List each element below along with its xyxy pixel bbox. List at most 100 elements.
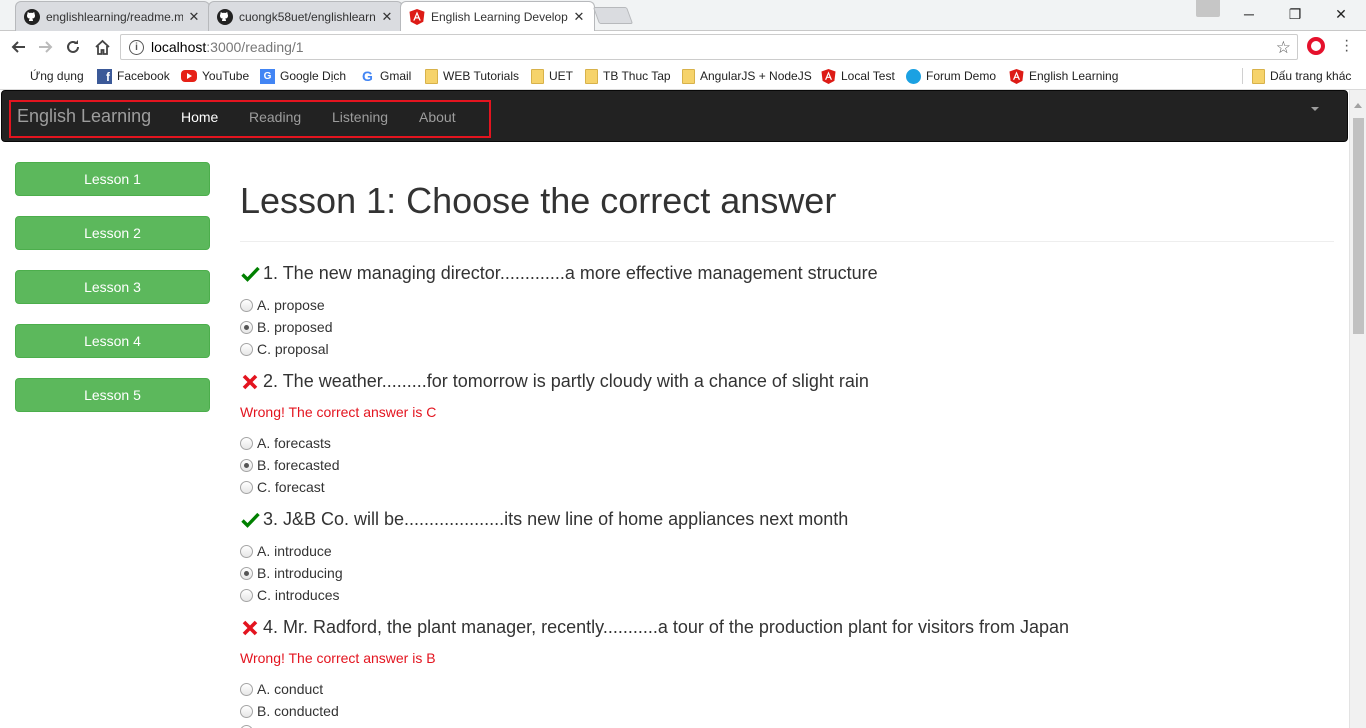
restore-icon[interactable]: ❐: [1272, 0, 1318, 28]
google-translate-icon: G: [260, 68, 275, 84]
folder-icon: [585, 68, 598, 84]
radio-button[interactable]: [240, 544, 253, 558]
option-3c[interactable]: C. introduces: [240, 587, 339, 603]
bookmark-google-translate[interactable]: G Google Dịch: [260, 67, 346, 85]
option-label: A. conduct: [257, 681, 324, 697]
home-icon[interactable]: [92, 37, 112, 57]
bookmark-other[interactable]: Dấu trang khác: [1252, 67, 1351, 85]
scrollbar-thumb[interactable]: [1353, 118, 1364, 334]
folder-icon: [531, 68, 544, 84]
forward-icon[interactable]: [36, 37, 56, 57]
radio-button[interactable]: [240, 342, 253, 356]
bookmark-web-tutorials[interactable]: WEB Tutorials: [425, 67, 519, 85]
option-1b[interactable]: B. proposed: [240, 319, 333, 335]
close-icon[interactable]: ✕: [572, 10, 586, 24]
lesson-4-button[interactable]: Lesson 4: [15, 324, 210, 358]
question-text: 4. Mr. Radford, the plant manager, recen…: [263, 617, 1070, 637]
radio-button[interactable]: [240, 436, 253, 450]
bookmark-english-learning[interactable]: English Learning: [1009, 67, 1118, 85]
option-label: C. forecast: [257, 479, 325, 495]
lesson-3-button[interactable]: Lesson 3: [15, 270, 210, 304]
question-1: 1. The new managing director............…: [240, 263, 878, 284]
page-title: Lesson 1: Choose the correct answer: [240, 180, 837, 221]
top-navbar: English Learning Home Reading Listening …: [1, 90, 1348, 142]
option-1c[interactable]: C. proposal: [240, 341, 329, 357]
angular-icon: [409, 9, 425, 25]
facebook-icon: f: [97, 68, 112, 84]
option-2a[interactable]: A. forecasts: [240, 435, 331, 451]
page-viewport: English Learning Home Reading Listening …: [0, 90, 1366, 728]
angular-icon: [1009, 68, 1024, 84]
radio-button[interactable]: [240, 320, 253, 334]
bookmark-apps[interactable]: Ứng dụng: [10, 67, 84, 85]
option-3b[interactable]: B. introducing: [240, 565, 343, 581]
minimize-icon[interactable]: ─: [1226, 0, 1272, 28]
browser-tab-english-learning[interactable]: English Learning Development ✕: [400, 1, 595, 32]
highlight-box: [9, 100, 491, 138]
radio-button[interactable]: [240, 480, 253, 494]
option-label: B. introducing: [257, 565, 343, 581]
cross-icon: [240, 618, 260, 638]
radio-button[interactable]: [240, 458, 253, 472]
radio-button[interactable]: [240, 566, 253, 580]
back-icon[interactable]: [8, 37, 28, 57]
bookmark-tb-thuc-tap[interactable]: TB Thuc Tap: [585, 67, 671, 85]
lesson-1-button[interactable]: Lesson 1: [15, 162, 210, 196]
option-label: A. introduce: [257, 543, 332, 559]
bookmark-local-test[interactable]: Local Test: [821, 67, 895, 85]
bookmark-label: YouTube: [202, 69, 250, 83]
info-icon[interactable]: i: [129, 39, 144, 55]
bookmark-facebook[interactable]: f Facebook: [97, 67, 170, 85]
new-tab-button[interactable]: [592, 7, 634, 24]
bookmark-label: Facebook: [117, 69, 170, 83]
radio-button[interactable]: [240, 588, 253, 602]
bookmark-forum-demo[interactable]: Forum Demo: [906, 67, 996, 85]
bookmark-label: AngularJS + NodeJS: [700, 69, 812, 83]
radio-button[interactable]: [240, 682, 253, 696]
reload-icon[interactable]: [63, 37, 83, 57]
radio-button[interactable]: [240, 704, 253, 718]
option-label: B. proposed: [257, 319, 333, 335]
wrong-answer-message: Wrong! The correct answer is C: [240, 404, 437, 420]
lesson-5-button[interactable]: Lesson 5: [15, 378, 210, 412]
bookmark-label: Ứng dụng: [30, 69, 84, 83]
browser-tab-readme[interactable]: englishlearning/readme.md ✕: [15, 1, 210, 31]
angular-icon: [821, 68, 836, 84]
lesson-2-button[interactable]: Lesson 2: [15, 216, 210, 250]
checkmark-icon: [240, 264, 260, 284]
option-4b[interactable]: B. conducted: [240, 703, 339, 719]
option-3a[interactable]: A. introduce: [240, 543, 332, 559]
option-label: B. conducted: [257, 703, 339, 719]
opera-extension-icon[interactable]: [1307, 37, 1325, 55]
bookmark-youtube[interactable]: YouTube: [181, 67, 249, 85]
address-bar[interactable]: i localhost:3000/reading/1 ☆: [120, 34, 1298, 60]
option-label: B. forecasted: [257, 457, 340, 473]
browser-toolbar: i localhost:3000/reading/1 ☆ · · ·: [0, 31, 1366, 63]
bookmark-angularjs-nodejs[interactable]: AngularJS + NodeJS: [682, 67, 812, 85]
window-close-icon[interactable]: ✕: [1318, 0, 1364, 28]
option-2b[interactable]: B. forecasted: [240, 457, 340, 473]
google-icon: G: [362, 67, 373, 84]
folder-icon: [425, 68, 438, 84]
menu-icon[interactable]: · · ·: [1344, 33, 1349, 59]
forum-icon: [906, 68, 921, 84]
question-3: 3. J&B Co. will be....................it…: [240, 509, 848, 530]
dropdown-caret-icon[interactable]: [1311, 107, 1319, 111]
close-icon[interactable]: ✕: [187, 9, 201, 24]
browser-tab-repo[interactable]: cuongk58uet/englishlearning ✕: [208, 1, 403, 31]
radio-button[interactable]: [240, 298, 253, 312]
close-icon[interactable]: ✕: [380, 9, 394, 24]
page-scrollbar[interactable]: [1349, 90, 1366, 728]
option-4a[interactable]: A. conduct: [240, 681, 323, 697]
option-2c[interactable]: C. forecast: [240, 479, 325, 495]
bookmark-gmail[interactable]: G Gmail: [360, 67, 411, 85]
option-1a[interactable]: A. propose: [240, 297, 325, 313]
bookmark-star-icon[interactable]: ☆: [1276, 38, 1291, 58]
tab-title: cuongk58uet/englishlearning: [239, 9, 376, 24]
bookmark-uet[interactable]: UET: [531, 67, 573, 85]
option-label: C. proposal: [257, 341, 329, 357]
bookmark-label: WEB Tutorials: [443, 69, 520, 83]
scroll-up-arrow-icon[interactable]: [1354, 103, 1362, 108]
bookmark-label: Local Test: [841, 69, 895, 83]
profile-icon[interactable]: [1196, 0, 1220, 17]
